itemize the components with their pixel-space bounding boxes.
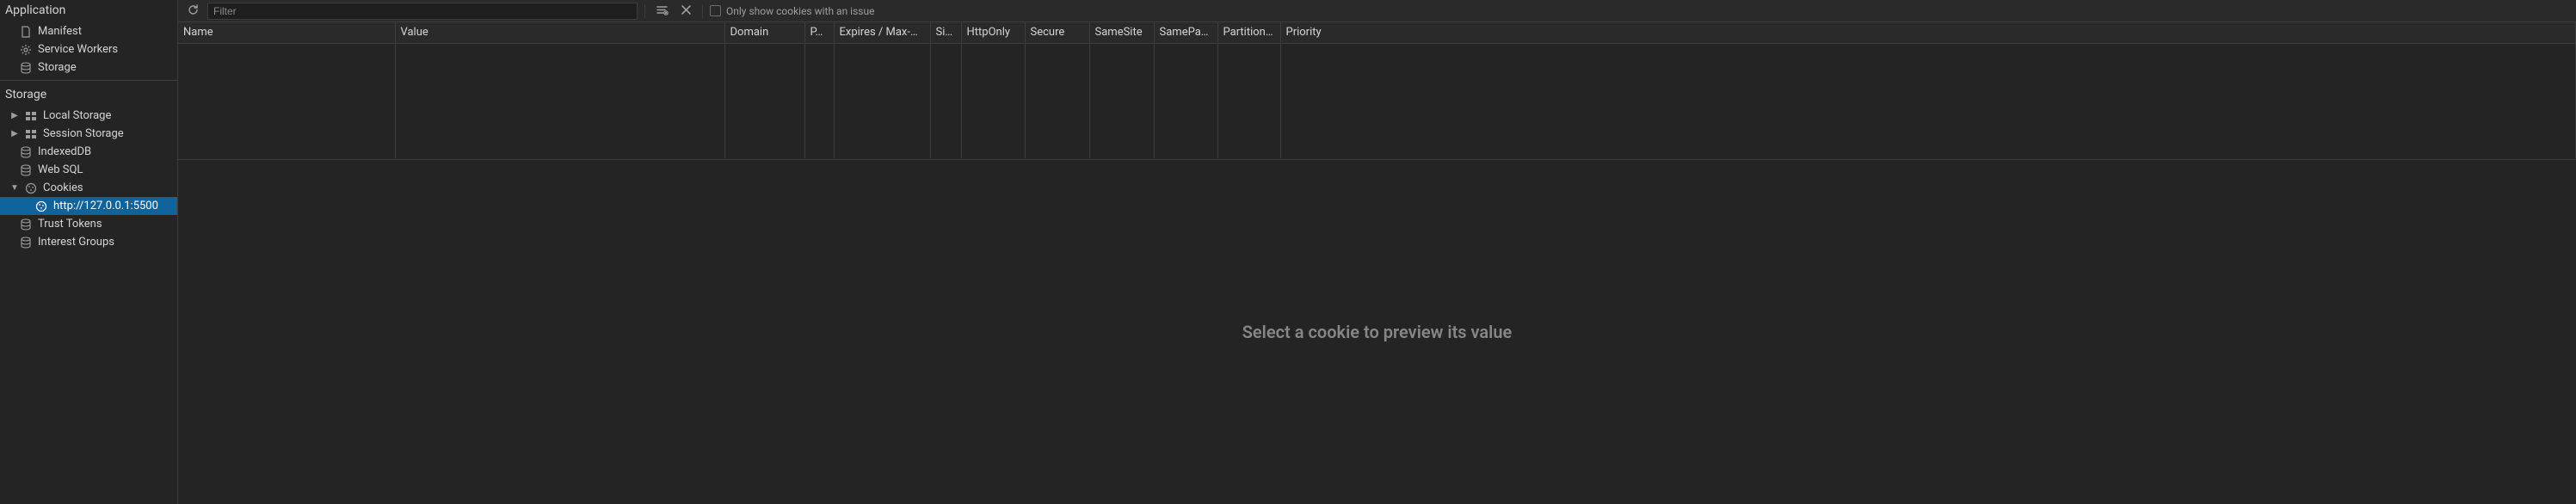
col-httponly[interactable]: HttpOnly [961, 22, 1025, 43]
sidebar-item-label: Local Storage [43, 109, 111, 122]
sidebar-item-label: Manifest [38, 25, 82, 38]
database-icon [19, 236, 33, 249]
database-icon [19, 145, 33, 159]
main-panel: Only show cookies with an issue Name Val… [178, 0, 2576, 504]
sidebar-item-label: Web SQL [38, 163, 83, 176]
divider [0, 80, 177, 81]
clear-all-button[interactable] [652, 2, 671, 21]
sidebar-item-label: Service Workers [38, 43, 118, 56]
cookie-preview-pane: Select a cookie to preview its value [178, 160, 2576, 504]
gear-icon [19, 43, 33, 57]
sidebar-item-interest-groups[interactable]: Interest Groups [0, 233, 177, 251]
table-row-empty [178, 43, 2576, 158]
col-value[interactable]: Value [395, 22, 724, 43]
col-partition[interactable]: Partition … [1217, 22, 1280, 43]
sidebar: Application Manifest Service Workers Sto… [0, 0, 178, 504]
col-samesite[interactable]: SameSite [1089, 22, 1154, 43]
sidebar-item-label: Interest Groups [38, 236, 114, 249]
sidebar-item-indexeddb[interactable]: IndexedDB [0, 143, 177, 161]
sidebar-item-cookies[interactable]: ▼ Cookies [0, 179, 177, 197]
caret-down-icon: ▼ [10, 183, 19, 193]
separator [644, 4, 645, 18]
cookie-icon [34, 200, 48, 213]
sidebar-item-session-storage[interactable]: ▶ Session Storage [0, 125, 177, 143]
checkbox-icon [710, 5, 721, 16]
sidebar-item-trust-tokens[interactable]: Trust Tokens [0, 215, 177, 233]
cookie-icon [24, 181, 38, 195]
sidebar-item-service-workers[interactable]: Service Workers [0, 40, 177, 58]
filter-input[interactable] [207, 3, 638, 20]
sidebar-item-storage[interactable]: Storage [0, 58, 177, 77]
col-size[interactable]: Size [930, 22, 961, 43]
caret-right-icon: ▶ [10, 111, 19, 120]
only-issues-checkbox[interactable]: Only show cookies with an issue [710, 5, 874, 17]
refresh-button[interactable] [183, 2, 202, 21]
table-header-row: Name Value Domain P… Expires / Max-Age S… [178, 22, 2576, 43]
cookies-toolbar: Only show cookies with an issue [178, 0, 2576, 22]
col-priority[interactable]: Priority [1280, 22, 2576, 43]
sidebar-item-label: Session Storage [43, 127, 124, 140]
refresh-icon [187, 3, 200, 19]
sidebar-item-label: Storage [38, 61, 77, 74]
sidebar-item-label: Cookies [43, 181, 83, 194]
col-path[interactable]: P… [804, 22, 834, 43]
only-issues-label: Only show cookies with an issue [726, 5, 874, 17]
clear-all-icon [656, 3, 669, 19]
col-expires[interactable]: Expires / Max-Age [834, 22, 930, 43]
preview-empty-message: Select a cookie to preview its value [1242, 322, 1513, 342]
section-header-application: Application [0, 0, 177, 22]
separator [702, 4, 703, 18]
sidebar-item-label: http://127.0.0.1:5500 [53, 200, 158, 212]
database-icon [19, 218, 33, 231]
col-sameparty[interactable]: SameParty [1154, 22, 1217, 43]
sidebar-item-local-storage[interactable]: ▶ Local Storage [0, 107, 177, 125]
section-header-storage: Storage [0, 84, 177, 107]
database-icon [19, 163, 33, 177]
close-icon [681, 4, 692, 18]
grid-icon [24, 127, 38, 141]
sidebar-item-manifest[interactable]: Manifest [0, 22, 177, 40]
sidebar-item-websql[interactable]: Web SQL [0, 161, 177, 179]
delete-button[interactable] [676, 2, 695, 21]
cookies-table: Name Value Domain P… Expires / Max-Age S… [178, 22, 2576, 160]
sidebar-item-label: Trust Tokens [38, 218, 102, 230]
col-domain[interactable]: Domain [724, 22, 804, 43]
col-secure[interactable]: Secure [1025, 22, 1089, 43]
document-icon [19, 25, 33, 39]
sidebar-item-label: IndexedDB [38, 145, 91, 158]
col-name[interactable]: Name [178, 22, 395, 43]
caret-right-icon: ▶ [10, 129, 19, 138]
grid-icon [24, 109, 38, 123]
database-icon [19, 61, 33, 75]
sidebar-item-cookie-origin[interactable]: http://127.0.0.1:5500 [0, 197, 177, 215]
